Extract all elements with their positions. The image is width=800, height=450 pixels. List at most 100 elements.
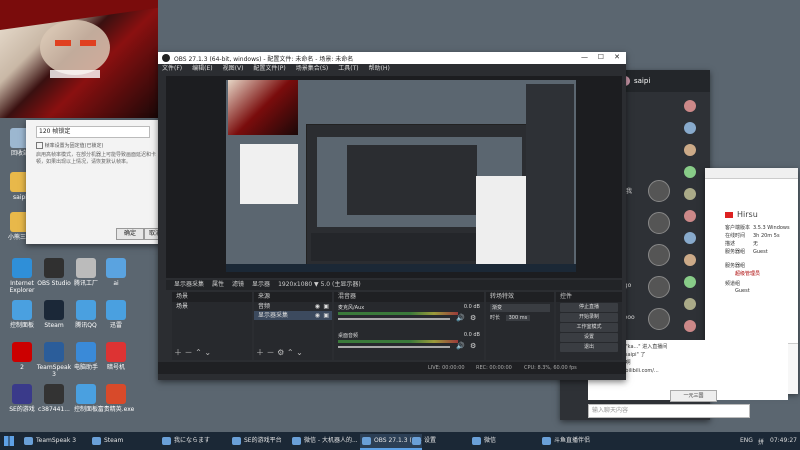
desktop-icon[interactable]: 富贵精英.exe bbox=[96, 384, 136, 413]
control-button[interactable]: 退出 bbox=[560, 343, 618, 352]
lock-icon[interactable]: ▣ bbox=[323, 302, 329, 311]
dialog-checkbox[interactable]: 帧率设置为固定值(已锁定) bbox=[36, 142, 104, 149]
menu-item[interactable]: 编辑(E) bbox=[192, 64, 212, 74]
control-button[interactable]: 设置 bbox=[560, 333, 618, 342]
user-avatar[interactable] bbox=[684, 100, 696, 112]
transition-select[interactable]: 渐变 bbox=[490, 304, 550, 312]
send-button[interactable]: 一元三国 bbox=[670, 390, 717, 402]
desktop-icon-image bbox=[106, 342, 126, 362]
live-status: LIVE: 00:00:00 bbox=[428, 365, 465, 371]
mixer-dock: 混音器 麦克风/Aux 0.0 dB 🔊 ⚙ 桌面音频 0.0 dB 🔊 ⚙ bbox=[334, 292, 484, 360]
dock-tab[interactable]: 滤镜 bbox=[232, 280, 244, 290]
dock-tab[interactable]: 属性 bbox=[212, 280, 224, 290]
preview-desktop bbox=[226, 80, 576, 272]
desktop-icon[interactable]: ai bbox=[96, 258, 136, 287]
obs-title: OBS 27.1.3 (64-bit, windows) - 配置文件: 未命名… bbox=[174, 56, 354, 63]
user-avatar[interactable] bbox=[684, 122, 696, 134]
info-row: 描述 无 bbox=[725, 240, 797, 248]
dock-tab[interactable]: 1920x1080 ▼ 5.0 (主显示器) bbox=[278, 280, 361, 290]
desktop-icon[interactable]: 迅雷 bbox=[96, 300, 136, 329]
user-avatar[interactable] bbox=[684, 144, 696, 156]
menu-item[interactable]: 文件(F) bbox=[162, 64, 182, 74]
taskbar-item[interactable]: 我にならます bbox=[160, 434, 234, 448]
control-button[interactable]: 开始录制 bbox=[560, 313, 618, 322]
ok-button[interactable]: 确定 bbox=[116, 228, 144, 240]
source-up-icon[interactable]: ⌃ bbox=[287, 348, 294, 357]
volume-slider[interactable] bbox=[338, 346, 450, 348]
user-avatar[interactable] bbox=[684, 232, 696, 244]
close-icon[interactable]: ✕ bbox=[614, 53, 620, 61]
remove-source-icon[interactable]: － bbox=[267, 348, 275, 357]
user-avatar[interactable] bbox=[684, 276, 696, 288]
taskbar-item[interactable]: Steam bbox=[90, 434, 164, 448]
menu-item[interactable]: 帮助(H) bbox=[369, 64, 390, 74]
remove-icon[interactable]: － bbox=[185, 348, 193, 357]
dock-tab[interactable]: 显示器采集 bbox=[174, 280, 204, 290]
info-value: 无 bbox=[753, 241, 759, 247]
user-avatar[interactable] bbox=[684, 210, 696, 222]
taskbar-item[interactable]: 微信 - 大机器人的... bbox=[290, 434, 370, 448]
taskbar-item[interactable]: 斗鱼直播伴侣 bbox=[540, 434, 616, 448]
volume-slider[interactable] bbox=[338, 318, 450, 320]
speaker-icon[interactable]: 🔊 bbox=[456, 342, 465, 350]
scene-controls: ＋ － ⌃ ⌄ bbox=[174, 347, 211, 358]
down-icon[interactable]: ⌄ bbox=[204, 348, 211, 357]
gear-icon[interactable]: ⚙ bbox=[277, 348, 284, 357]
mixer-gear-icon[interactable]: ⚙ bbox=[470, 314, 476, 322]
menu-item[interactable]: 配置文件(P) bbox=[253, 64, 285, 74]
desktop-icon-label: 迅雷 bbox=[109, 322, 122, 329]
menu-item[interactable]: 视图(V) bbox=[223, 64, 244, 74]
dock-tabs: 显示器采集 属性 滤镜 显示器 1920x1080 ▼ 5.0 (主显示器) bbox=[166, 280, 622, 290]
desktop-icon-label: 暗号机 bbox=[106, 364, 125, 371]
visibility-icon[interactable]: ◉ bbox=[315, 311, 320, 320]
menu-item[interactable]: 工具(T) bbox=[338, 64, 358, 74]
taskbar-item[interactable]: 微信 bbox=[470, 434, 544, 448]
mixer-gear-icon[interactable]: ⚙ bbox=[470, 342, 476, 350]
source-item[interactable]: 音频 ◉ ▣ bbox=[254, 302, 332, 311]
control-button[interactable]: 工作室模式 bbox=[560, 323, 618, 332]
user-avatar[interactable] bbox=[684, 254, 696, 266]
controls-header: 控件 bbox=[556, 292, 622, 302]
desktop-icon-label: ai bbox=[113, 280, 119, 287]
desktop-icon[interactable]: 暗号机 bbox=[96, 342, 136, 371]
source-down-icon[interactable]: ⌄ bbox=[296, 348, 303, 357]
add-source-icon[interactable]: ＋ bbox=[256, 348, 264, 357]
source-item[interactable]: 显示器采集 ◉ ▣ bbox=[254, 311, 332, 320]
user-avatar[interactable] bbox=[684, 298, 696, 310]
add-icon[interactable]: ＋ bbox=[174, 348, 182, 357]
desktop-icon-label: 富贵精英.exe bbox=[97, 406, 135, 413]
up-icon[interactable]: ⌃ bbox=[195, 348, 202, 357]
user-avatar[interactable] bbox=[684, 166, 696, 178]
source-label: 音频 bbox=[258, 303, 271, 310]
duration-input[interactable]: 300 ms bbox=[505, 315, 531, 321]
minimize-icon[interactable]: — bbox=[581, 53, 588, 61]
speaker-icon[interactable]: 🔊 bbox=[456, 314, 465, 322]
taskbar-item[interactable]: TeamSpeak 3 bbox=[22, 434, 100, 448]
sources-header: 来源 bbox=[254, 292, 332, 302]
mixer-header: 混音器 bbox=[334, 292, 484, 302]
input-language[interactable]: ENG bbox=[740, 437, 753, 444]
user-avatar[interactable] bbox=[684, 188, 696, 200]
checkbox-box[interactable] bbox=[36, 142, 43, 149]
chat-input[interactable]: 输入聊天内容 bbox=[588, 404, 750, 418]
lock-icon[interactable]: ▣ bbox=[323, 311, 329, 320]
chat-avatar bbox=[648, 308, 670, 330]
visibility-icon[interactable]: ◉ bbox=[315, 302, 320, 311]
obs-logo-icon bbox=[162, 54, 170, 62]
maximize-icon[interactable]: ☐ bbox=[598, 53, 604, 61]
user-avatar[interactable] bbox=[684, 320, 696, 332]
clock[interactable]: 07:49:27 bbox=[770, 437, 797, 444]
ime-indicator[interactable]: 拼 bbox=[758, 437, 764, 446]
chat-avatar bbox=[648, 212, 670, 234]
obs-menu-bar: 文件(F) 编辑(E) 视图(V) 配置文件(P) 场景集合(S) 工具(T) 帮助(H) bbox=[158, 64, 626, 74]
desktop-icon-image bbox=[106, 384, 126, 404]
menu-item[interactable]: 场景集合(S) bbox=[296, 64, 329, 74]
transitions-header: 转场特效 bbox=[486, 292, 554, 302]
control-button[interactable]: 停止直播 bbox=[560, 303, 618, 312]
server-group-value: 超级管理员 bbox=[735, 271, 761, 277]
obs-statusbar: LIVE: 00:00:00 REC: 00:00:00 CPU: 8.3%, … bbox=[158, 362, 626, 374]
windows-start-icon[interactable] bbox=[4, 436, 14, 446]
scene-item[interactable]: 场景 bbox=[172, 302, 252, 311]
chat-avatar bbox=[648, 276, 670, 298]
dock-tab[interactable]: 显示器 bbox=[252, 280, 270, 290]
